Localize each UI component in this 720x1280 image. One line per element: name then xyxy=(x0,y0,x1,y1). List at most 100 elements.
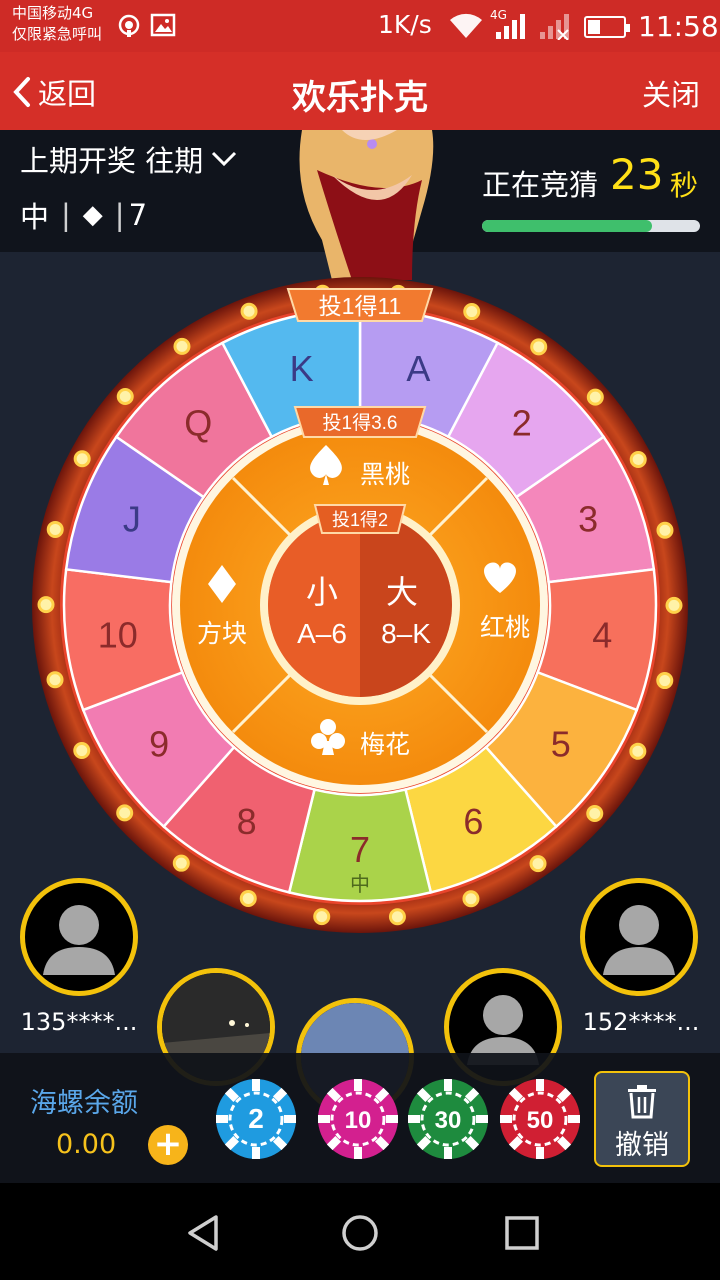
wheel-light xyxy=(388,908,406,926)
wheel-light xyxy=(313,908,331,926)
player-name-left: 135****... xyxy=(20,1008,138,1036)
player-avatar-right[interactable] xyxy=(580,878,698,996)
player-name-right: 152****... xyxy=(582,1008,700,1036)
network-speed: 1K/s xyxy=(378,10,432,39)
chip-2[interactable]: 2 xyxy=(214,1077,298,1161)
diamond-label: 方块 xyxy=(197,620,247,648)
title-bar: 返回 欢乐扑克 关闭 xyxy=(0,52,720,130)
wheel-light xyxy=(73,450,91,468)
countdown-unit: 秒 xyxy=(670,169,699,202)
wheel-light xyxy=(239,889,257,907)
wheel-light xyxy=(586,388,604,406)
wheel-light xyxy=(656,521,674,539)
countdown-progress-bar xyxy=(482,220,700,232)
result-suit: ◆ xyxy=(82,200,103,230)
wifi-icon xyxy=(448,12,484,44)
rank-label-2: 2 xyxy=(512,402,532,443)
result-rank: 7 xyxy=(128,198,148,232)
wheel-light xyxy=(530,338,548,356)
close-button[interactable]: 关闭 xyxy=(642,72,700,114)
chip-10[interactable]: 10 xyxy=(316,1077,400,1161)
hostess-illustration xyxy=(299,130,434,280)
chip-value: 50 xyxy=(527,1107,554,1134)
rank-label-Q: Q xyxy=(184,402,212,443)
chip-30[interactable]: 30 xyxy=(406,1077,490,1161)
big-label: 大 xyxy=(386,574,418,610)
chip-icon: 50 xyxy=(500,1079,580,1159)
wheel-light xyxy=(73,742,91,760)
chevron-down-icon xyxy=(212,151,237,167)
trash-icon xyxy=(628,1085,656,1119)
wheel-light xyxy=(629,450,647,468)
rank-label-K: K xyxy=(290,348,314,389)
guessing-label: 正在竞猜 xyxy=(482,168,599,202)
middle-odds-label: 投1得3.6 xyxy=(323,412,398,434)
emergency-label: 仅限紧急呼叫 xyxy=(12,25,103,43)
last-result: 中 | ◆ | 7 xyxy=(20,194,147,236)
clock: 11:58 xyxy=(638,10,719,43)
progress-fill xyxy=(482,220,653,232)
spade-label: 黑桃 xyxy=(360,461,410,489)
rank-label-6: 6 xyxy=(463,801,483,842)
rank-label-4: 4 xyxy=(592,614,612,655)
outer-odds-label: 投1得11 xyxy=(319,293,402,319)
rank-label-J: J xyxy=(123,498,141,539)
status-bar: 中国移动4G 仅限紧急呼叫 1K/s 4G 11:58 xyxy=(0,0,720,52)
signal-icon xyxy=(494,12,530,44)
countdown-seconds: 23 xyxy=(610,150,664,199)
heart-label: 红桃 xyxy=(480,614,530,642)
poker-wheel: A234567中8910JQK 黑桃 红桃 梅花 方块 小 A–6 大 8–K … xyxy=(32,277,688,933)
current-rank-tag: 中 xyxy=(350,873,370,896)
wheel-light xyxy=(116,804,134,822)
rank-label-3: 3 xyxy=(578,498,598,539)
cancel-bet-button[interactable]: 撤销 xyxy=(594,1071,690,1167)
bet-bar: 海螺余额 0.00 + 2 10 30 50 撤销 xyxy=(0,1053,720,1183)
rank-label-8: 8 xyxy=(237,801,257,842)
rank-label-A: A xyxy=(406,348,430,389)
nav-home-icon[interactable] xyxy=(340,1213,380,1253)
wheel-light xyxy=(172,854,190,872)
rank-label-5: 5 xyxy=(551,724,571,765)
wheel-light xyxy=(463,303,481,321)
nav-recents-icon[interactable] xyxy=(502,1213,542,1253)
small-label: 小 xyxy=(306,574,338,610)
wheel-light xyxy=(46,520,64,538)
balance-value: 0.00 xyxy=(56,1129,117,1160)
chip-value: 10 xyxy=(345,1107,372,1134)
player-avatar-left[interactable] xyxy=(20,878,138,996)
rank-label-9: 9 xyxy=(149,724,169,765)
small-range: A–6 xyxy=(297,618,347,649)
chip-value: 2 xyxy=(248,1103,264,1134)
outer-odds-banner: 投1得11 xyxy=(286,288,434,322)
wheel-light xyxy=(116,387,134,405)
middle-odds-banner: 投1得3.6 xyxy=(293,406,427,438)
system-nav-bar xyxy=(0,1183,720,1280)
nav-back-icon[interactable] xyxy=(184,1213,224,1253)
page-title: 欢乐扑克 xyxy=(292,78,428,118)
wheel-light xyxy=(240,302,258,320)
wheel-light xyxy=(629,742,647,760)
wheel-light xyxy=(656,672,674,690)
wheel-light xyxy=(665,596,683,614)
wheel-light xyxy=(46,671,64,689)
wheel-light xyxy=(173,337,191,355)
wheel-light xyxy=(586,805,604,823)
user-placeholder-icon xyxy=(43,905,115,975)
user-placeholder-icon xyxy=(603,905,675,975)
add-balance-button[interactable]: + xyxy=(148,1125,188,1165)
hotspot-icon xyxy=(116,12,142,44)
balance-label: 海螺余额 xyxy=(30,1088,138,1119)
chip-icon: 2 xyxy=(216,1079,296,1159)
big-range: 8–K xyxy=(381,618,431,649)
chip-50[interactable]: 50 xyxy=(498,1077,582,1161)
signal-no-sim-icon xyxy=(538,12,574,44)
rank-label-10: 10 xyxy=(98,614,138,655)
history-label: 上期开奖 往期 xyxy=(20,144,204,178)
battery-icon xyxy=(584,16,630,38)
history-dropdown[interactable]: 上期开奖 往期 xyxy=(20,138,239,180)
chip-icon: 30 xyxy=(408,1079,488,1159)
chip-value: 30 xyxy=(435,1107,462,1134)
result-size: 中 xyxy=(20,200,50,234)
wheel-light xyxy=(37,596,55,614)
club-label: 梅花 xyxy=(360,731,410,759)
